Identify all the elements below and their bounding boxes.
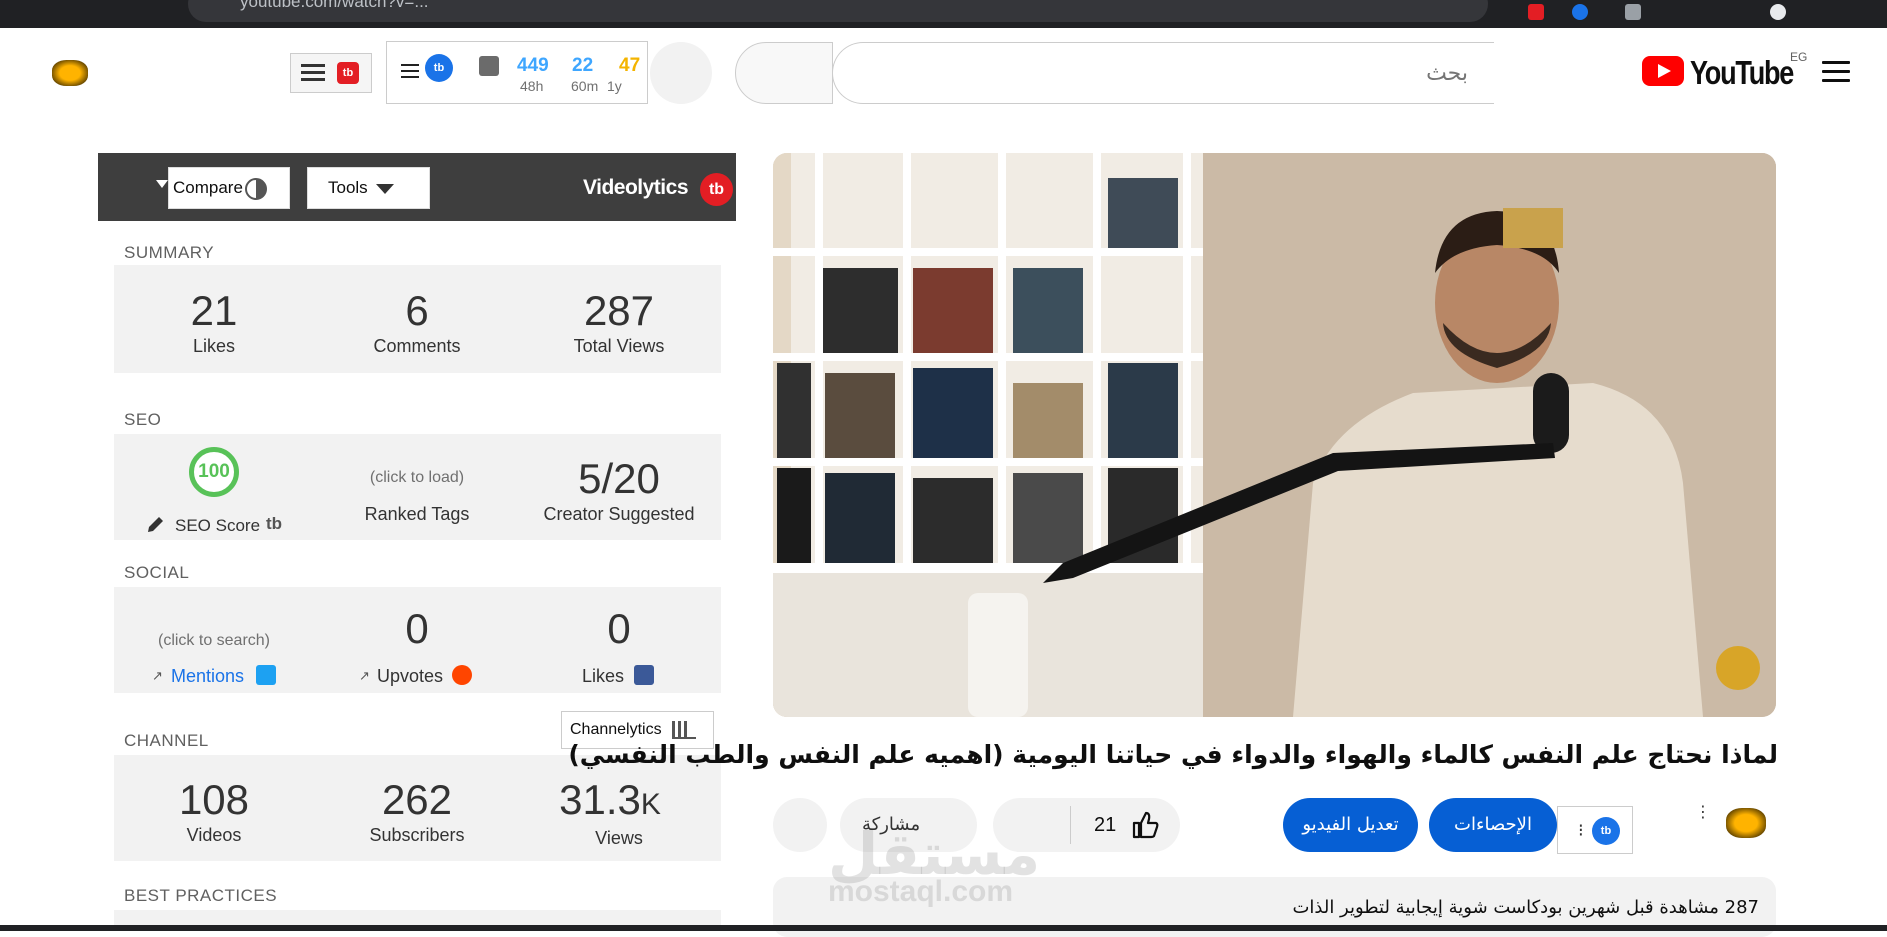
ranked-tags-label: Ranked Tags (364, 504, 470, 524)
search-input[interactable] (833, 43, 1494, 103)
stat-label-1y: 1y (607, 78, 622, 94)
like-divider (1070, 806, 1071, 844)
like-icon[interactable] (1130, 810, 1160, 840)
tubebuddy-logo-icon: tb (700, 173, 733, 206)
external-link-icon: ↗ (152, 668, 163, 683)
menu-icon: ⁝ (1578, 820, 1584, 840)
menu-icon (301, 64, 325, 81)
upvotes-label[interactable]: Upvotes (377, 666, 443, 687)
edit-video-button[interactable]: تعديل الفيديو (1283, 798, 1418, 852)
menu-icon[interactable] (401, 64, 419, 78)
stat-value-1y: 47 (619, 55, 641, 76)
tubebuddy-video-menu[interactable]: ⁝ tb (1557, 806, 1633, 854)
extension-icon[interactable] (1572, 4, 1588, 20)
external-link-icon: ↗ (359, 668, 370, 683)
stat-value-60m: 22 (572, 55, 594, 76)
voice-search-button[interactable] (650, 42, 712, 104)
stat-value-48h: 449 (517, 55, 549, 76)
more-options-icon[interactable]: ⋮ (1695, 802, 1711, 822)
account-avatar[interactable] (52, 60, 88, 86)
collapse-caret-icon[interactable] (156, 180, 168, 188)
more-actions-button[interactable] (773, 798, 827, 852)
mentions-link[interactable]: Mentions (171, 666, 244, 687)
tubebuddy-mark-icon: tb (266, 514, 283, 533)
youtube-wordmark[interactable]: YouTube (1690, 54, 1794, 92)
ranked-tags-hint[interactable]: (click to load) (317, 469, 517, 487)
stat-label-48h: 48h (520, 78, 544, 94)
stat-label-60m: 60m (571, 78, 599, 94)
twitter-icon (256, 665, 276, 685)
country-code: EG (1790, 50, 1808, 64)
channel-views-suffix: K (640, 788, 661, 821)
channelytics-label: Channelytics (570, 721, 662, 738)
extension-icon[interactable] (1625, 4, 1641, 20)
contrast-icon (245, 178, 267, 200)
creator-suggested-label: Creator Suggested (543, 504, 695, 524)
extension-icon[interactable] (1528, 4, 1544, 20)
creator-suggested-value: 5/20 (578, 455, 660, 502)
description-meta: 287 مشاهدة قبل شهرين بودكاست شوية إيجابي… (1292, 897, 1759, 918)
subscribers-label: Subscribers (369, 825, 465, 845)
videos-value: 108 (178, 776, 250, 823)
channel-views-number: 31.3 (559, 776, 641, 823)
search-box (832, 42, 1494, 104)
tools-label: Tools (328, 178, 368, 197)
facebook-icon (634, 665, 654, 685)
likes-label: Likes (192, 336, 236, 356)
videos-label: Videos (186, 825, 242, 845)
bar-chart-icon[interactable] (479, 56, 499, 76)
compare-label: Compare (173, 178, 243, 197)
search-button[interactable] (735, 42, 833, 104)
social-title: SOCIAL (124, 563, 190, 582)
channel-views-label: Views (595, 828, 643, 848)
seo-score-label: SEO Score (175, 516, 261, 535)
comments-label: Comments (373, 336, 461, 356)
best-practices-card (114, 910, 721, 925)
reddit-icon (452, 665, 472, 685)
channel-title: CHANNEL (124, 731, 209, 750)
total-views-value: 287 (583, 287, 655, 334)
mentions-hint[interactable]: (click to search) (114, 632, 314, 650)
guide-menu-icon[interactable] (1822, 61, 1850, 83)
channel-avatar[interactable] (1726, 808, 1766, 838)
watermark-url: mostaql.com (828, 875, 1014, 908)
youtube-logo-icon[interactable] (1642, 56, 1684, 86)
comments-value: 6 (405, 287, 429, 334)
chevron-down-icon (376, 184, 394, 194)
subscribers-value: 262 (381, 776, 453, 823)
channel-views-value: 31.3K (510, 776, 710, 824)
tubebuddy-logo-icon[interactable]: tb (425, 54, 453, 82)
video-player[interactable] (773, 153, 1776, 717)
best-practices-title: BEST PRACTICES (124, 886, 278, 905)
likes-value: 21 (190, 287, 238, 334)
seo-title: SEO (124, 410, 162, 429)
like-count[interactable]: 21 (1094, 814, 1116, 837)
pencil-icon[interactable] (146, 514, 166, 534)
social-likes-label: Likes (582, 666, 625, 686)
browser-toolbar: youtube.com/watch?v=... (0, 0, 1887, 28)
summary-title: SUMMARY (124, 243, 215, 262)
analytics-button[interactable]: الإحصاءات (1429, 798, 1557, 852)
tubebuddy-logo-icon: tb (1592, 817, 1620, 845)
tubebuddy-menu-button[interactable]: tb (290, 53, 372, 93)
address-text[interactable]: youtube.com/watch?v=... (240, 0, 429, 12)
seo-score-ring[interactable]: 100 (189, 447, 239, 497)
bar-chart-icon (672, 721, 696, 739)
taskbar-strip (0, 925, 1887, 931)
social-likes-value: 0 (607, 605, 631, 652)
videolytics-title: Videolytics (583, 176, 689, 199)
tubebuddy-quick-stats[interactable]: tb 449 48h 22 60m 47 1y (386, 41, 648, 104)
total-views-label: Total Views (573, 336, 665, 356)
video-thumbnail (773, 153, 1776, 717)
tubebuddy-badge-icon: tb (337, 62, 359, 84)
video-title: لماذا نحتاج علم النفس كالماء والهواء وال… (568, 740, 1778, 769)
upvotes-value: 0 (405, 605, 429, 652)
profile-avatar[interactable] (1770, 4, 1786, 20)
tools-button[interactable]: Tools (307, 167, 430, 209)
compare-button[interactable]: Compare (168, 167, 290, 209)
